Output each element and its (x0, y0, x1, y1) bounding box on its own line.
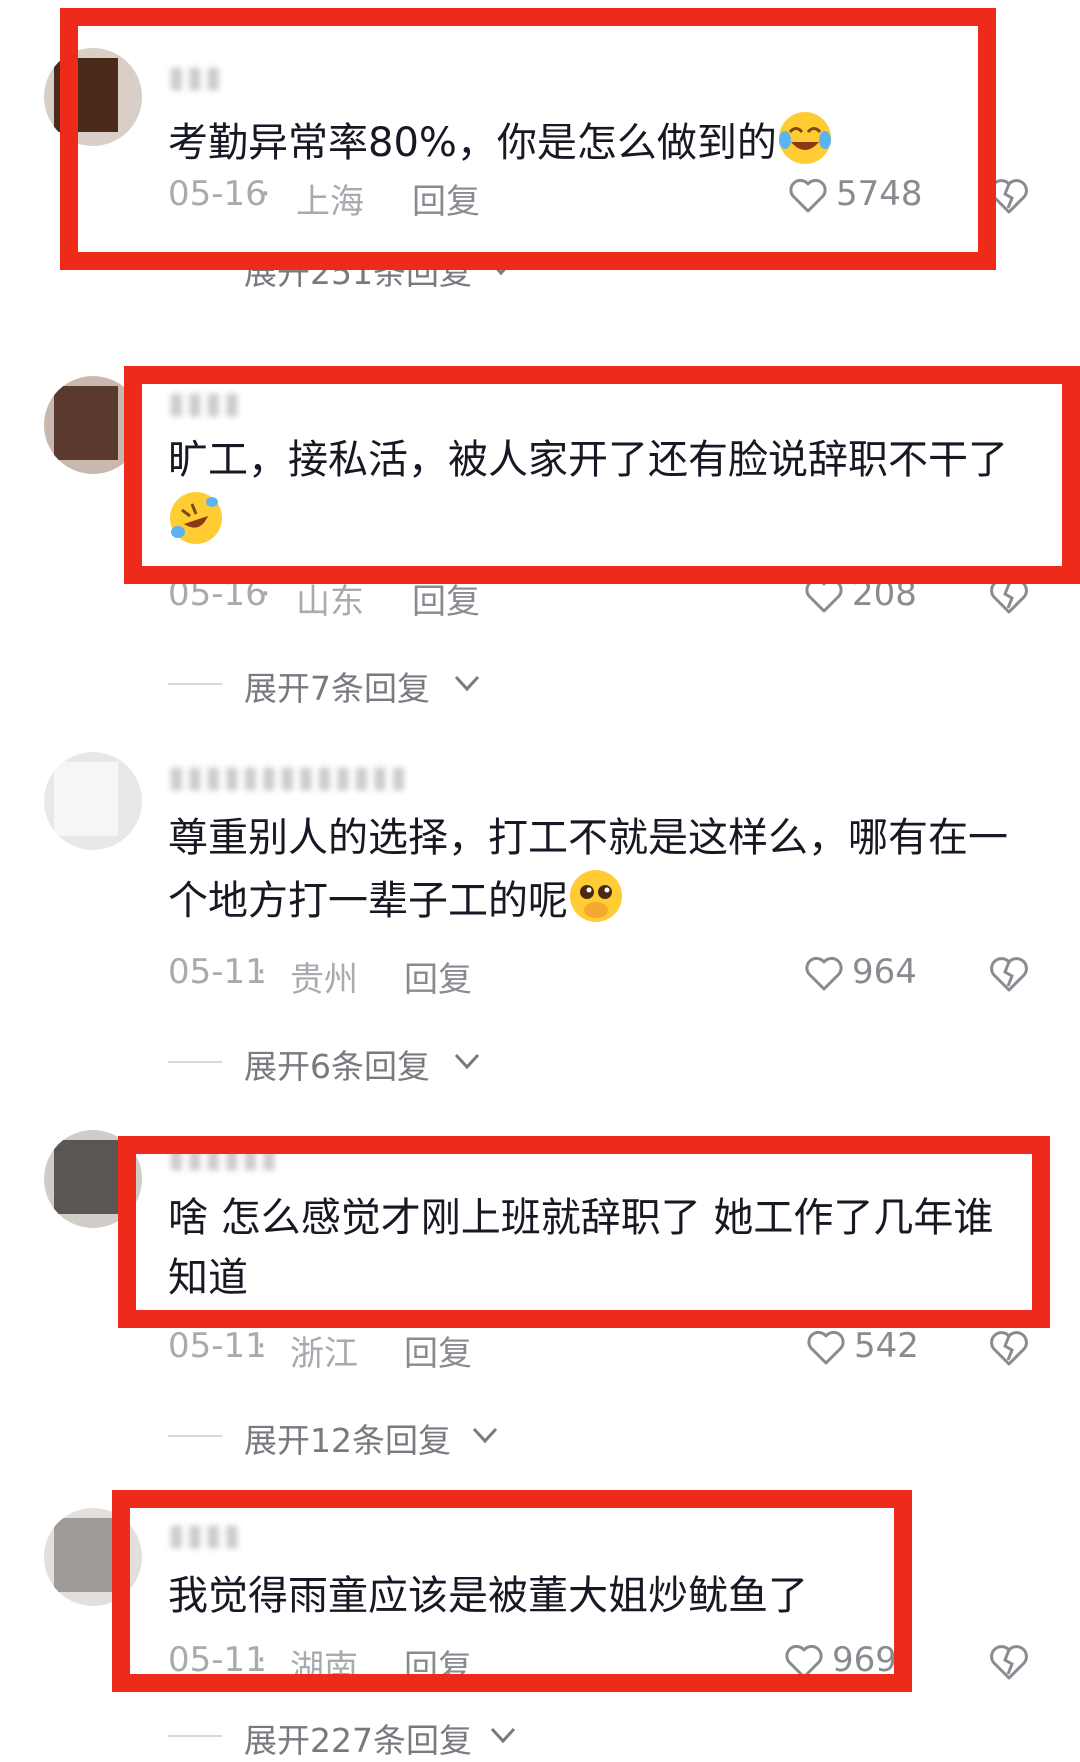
comment-location: 浙江 (290, 1334, 358, 1374)
separator: · (256, 952, 267, 992)
expand-replies-button[interactable]: 展开227条回复 (168, 1710, 548, 1760)
like-count: 964 (852, 952, 917, 992)
highlight-box (124, 366, 1080, 584)
heart-icon[interactable] (806, 1328, 846, 1366)
comment-location: 贵州 (290, 960, 358, 1000)
separator: · (256, 1326, 267, 1366)
expand-replies-label: 展开12条回复 (244, 1421, 451, 1460)
username[interactable]: ▮▮▮▮▮▮▮▮▮▮▮▮▮ (168, 760, 409, 795)
divider (168, 1061, 222, 1063)
pleading-face-icon (570, 870, 622, 922)
heart-icon[interactable] (804, 954, 844, 992)
comment-date: 05-11 (168, 1326, 267, 1366)
expand-replies-button[interactable]: 展开6条回复 (168, 1036, 508, 1086)
chevron-down-icon (454, 675, 480, 692)
chevron-down-icon (472, 1427, 498, 1444)
highlight-box (60, 8, 996, 270)
comment-text: 尊重别人的选择，打工不就是这样么，哪有在一 个地方打一辈子工的呢 (168, 815, 1008, 924)
expand-replies-label: 展开6条回复 (244, 1047, 430, 1086)
highlight-box (118, 1136, 1050, 1328)
divider (168, 683, 222, 685)
expand-replies-label: 展开227条回复 (244, 1721, 472, 1760)
chevron-down-icon (454, 1053, 480, 1070)
expand-replies-button[interactable]: 展开12条回复 (168, 1410, 528, 1460)
divider (168, 1735, 222, 1737)
avatar[interactable] (44, 752, 142, 850)
expand-replies-button[interactable]: 展开7条回复 (168, 658, 508, 708)
broken-heart-icon[interactable] (988, 1326, 1030, 1368)
like-count: 542 (854, 1326, 919, 1366)
expand-replies-label: 展开7条回复 (244, 669, 430, 708)
comment-date: 05-11 (168, 952, 267, 992)
reply-button[interactable]: 回复 (404, 1326, 472, 1375)
divider (168, 1435, 222, 1437)
comment-meta: 05-11 · 贵州 回复 964 (168, 946, 1030, 1000)
broken-heart-icon[interactable] (988, 952, 1030, 994)
reply-button[interactable]: 回复 (404, 952, 472, 1001)
broken-heart-icon[interactable] (988, 1640, 1030, 1682)
highlight-box (112, 1490, 912, 1692)
